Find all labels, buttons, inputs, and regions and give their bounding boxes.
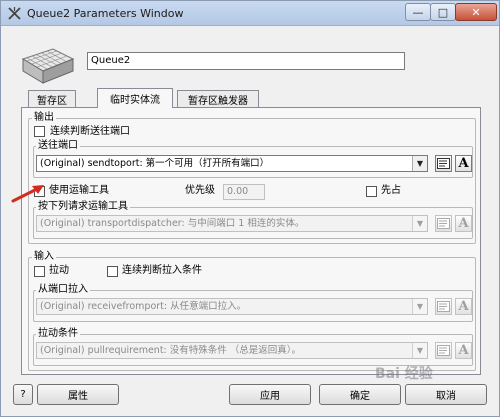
queue-object-icon xyxy=(21,48,75,84)
continuous-eval-sendto-checkbox[interactable] xyxy=(34,126,45,137)
close-icon: ✕ xyxy=(471,5,481,19)
chevron-down-icon[interactable]: ▼ xyxy=(412,299,427,314)
maximize-button[interactable]: □ xyxy=(430,3,456,21)
chevron-down-icon[interactable]: ▼ xyxy=(412,216,427,231)
continuous-eval-sendto-label: 连续判断送往端口 xyxy=(50,126,130,137)
window-title: Queue2 Parameters Window xyxy=(27,7,184,20)
pull-condition-group-title: 拉动条件 xyxy=(36,328,80,340)
code-edit-icon xyxy=(437,301,450,312)
code-edit-icon xyxy=(437,218,450,229)
pull-from-value: (Original) receivefromport: 从任意端口拉入。 xyxy=(40,301,247,312)
chevron-down-icon[interactable]: ▼ xyxy=(412,156,427,171)
text-a-icon: A xyxy=(458,343,469,358)
request-transport-value: (Original) transportdispatcher: 与中间端口 1 … xyxy=(40,218,305,229)
request-transport-combo[interactable]: (Original) transportdispatcher: 与中间端口 1 … xyxy=(36,215,428,232)
minimize-button[interactable]: — xyxy=(405,3,431,21)
text-a-icon: A xyxy=(458,156,469,171)
continuous-pull-label: 连续判断拉入条件 xyxy=(122,265,202,276)
pull-condition-text-button[interactable]: A xyxy=(455,342,472,359)
preempt-checkbox[interactable] xyxy=(366,186,377,197)
sendto-group-title: 送往端口 xyxy=(36,140,80,152)
help-button[interactable]: ? xyxy=(13,384,33,405)
priority-input[interactable]: 0.00 xyxy=(223,184,265,200)
code-edit-icon xyxy=(437,158,450,169)
pull-condition-combo[interactable]: (Original) pullrequirement: 没有特殊条件 （总是返回… xyxy=(36,342,428,359)
properties-button[interactable]: 属性 xyxy=(37,384,119,405)
request-transport-group-title: 按下列请求运输工具 xyxy=(36,201,130,213)
pull-checkbox[interactable] xyxy=(34,266,45,277)
maximize-icon: □ xyxy=(437,5,449,19)
pull-condition-value: (Original) pullrequirement: 没有特殊条件 （总是返回… xyxy=(40,345,302,356)
parameters-window: Queue2 Parameters Window — □ ✕ Queue2 暂存… xyxy=(0,0,500,417)
preempt-label: 先占 xyxy=(381,185,401,196)
title-bar[interactable]: Queue2 Parameters Window — □ ✕ xyxy=(1,1,499,26)
flexsim-app-icon xyxy=(8,7,21,20)
code-edit-icon xyxy=(437,345,450,356)
sendto-combo[interactable]: (Original) sendtoport: 第一个可用（打开所有端口） ▼ xyxy=(36,155,428,172)
baidu-watermark: Bai 经验 xyxy=(375,366,433,382)
sendto-text-button[interactable]: A xyxy=(455,155,472,172)
request-transport-edit-button[interactable] xyxy=(435,215,452,232)
tab-flow[interactable]: 临时实体流 xyxy=(97,88,173,108)
priority-label: 优先级 xyxy=(185,185,215,196)
tab-triggers[interactable]: 暂存区触发器 xyxy=(177,90,259,107)
pull-from-group-title: 从端口拉入 xyxy=(36,284,90,296)
object-name-input[interactable]: Queue2 xyxy=(87,52,405,70)
text-a-icon: A xyxy=(458,299,469,314)
output-group-title: 输出 xyxy=(32,112,56,124)
help-icon: ? xyxy=(20,389,26,400)
request-transport-text-button[interactable]: A xyxy=(455,215,472,232)
continuous-pull-checkbox[interactable] xyxy=(107,266,118,277)
sendto-value: (Original) sendtoport: 第一个可用（打开所有端口） xyxy=(40,158,270,169)
pull-from-text-button[interactable]: A xyxy=(455,298,472,315)
input-group-title: 输入 xyxy=(32,251,56,263)
chevron-down-icon[interactable]: ▼ xyxy=(412,343,427,358)
pull-condition-edit-button[interactable] xyxy=(435,342,452,359)
pull-label: 拉动 xyxy=(49,265,69,276)
use-transport-label: 使用运输工具 xyxy=(49,185,109,196)
close-button[interactable]: ✕ xyxy=(455,3,497,21)
pull-from-edit-button[interactable] xyxy=(435,298,452,315)
text-a-icon: A xyxy=(458,216,469,231)
sendto-edit-button[interactable] xyxy=(435,155,452,172)
minimize-icon: — xyxy=(412,5,424,19)
tab-queue[interactable]: 暂存区 xyxy=(28,90,76,107)
red-arrow-annotation-icon xyxy=(11,185,44,203)
pull-from-combo[interactable]: (Original) receivefromport: 从任意端口拉入。 ▼ xyxy=(36,298,428,315)
apply-button[interactable]: 应用 xyxy=(229,384,311,405)
